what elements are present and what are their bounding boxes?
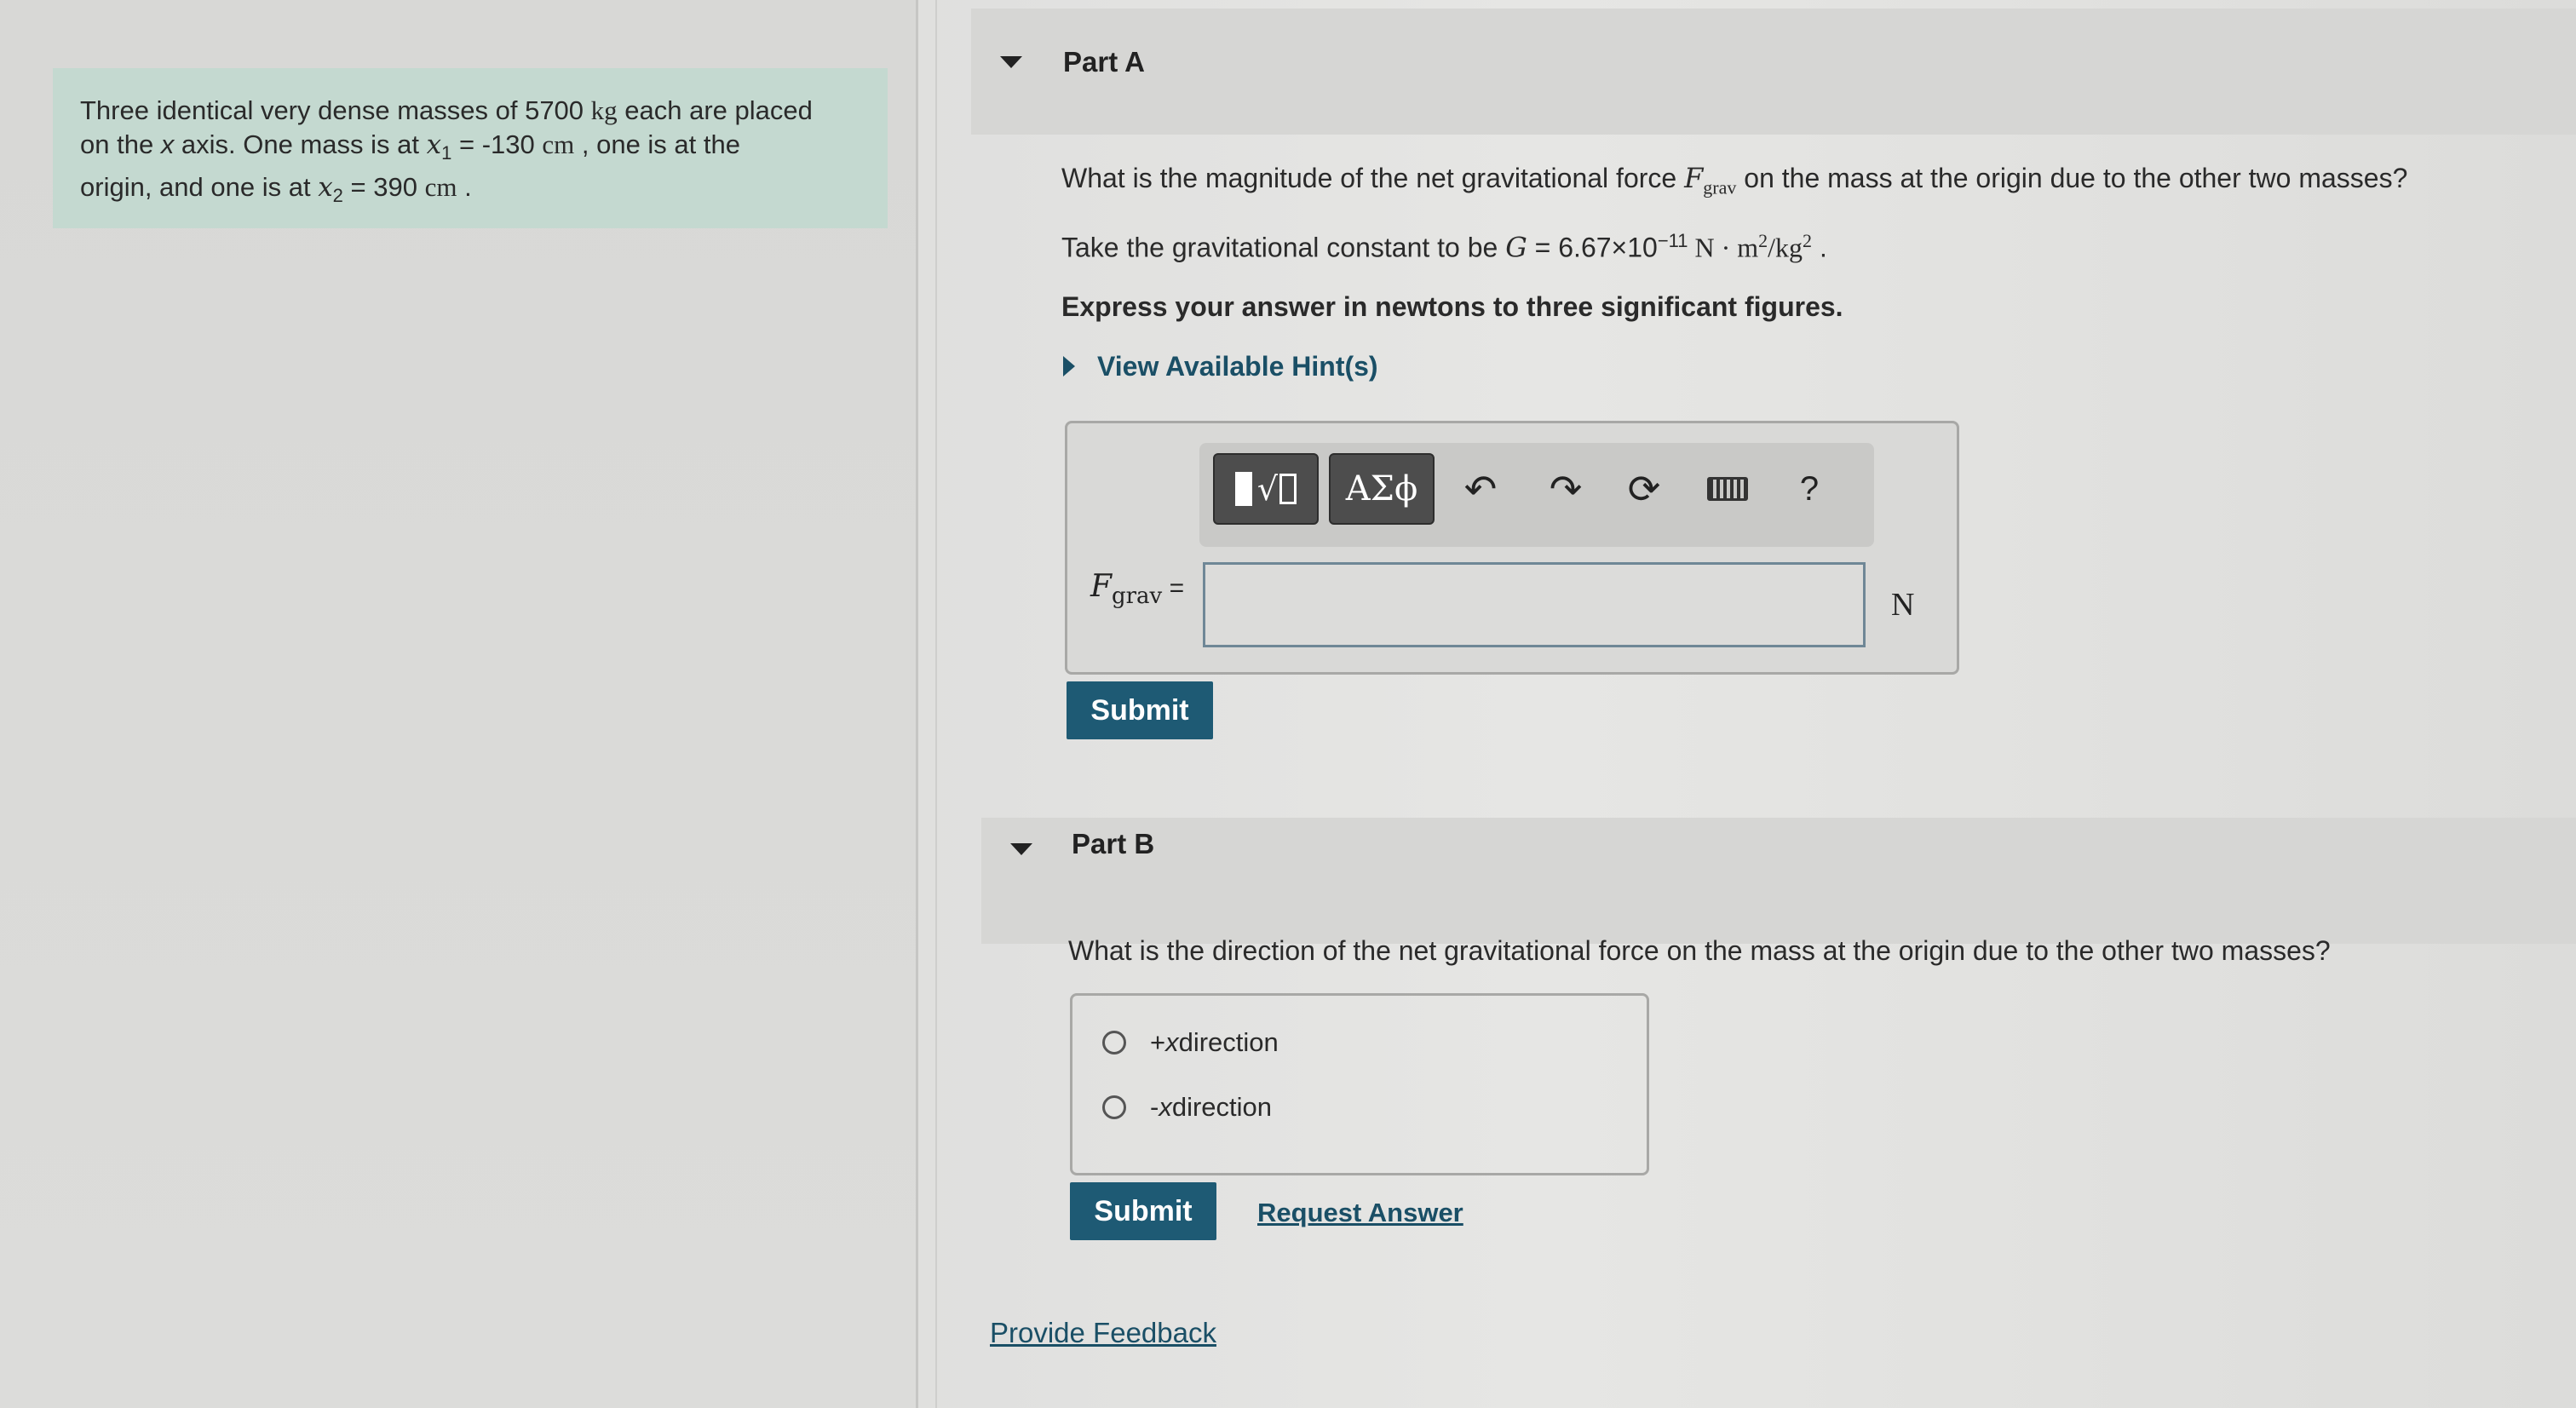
part-a-question: What is the magnitude of the net gravita… xyxy=(1061,162,2407,198)
variable-f: F xyxy=(1090,569,1112,604)
choice-prefix: + xyxy=(1150,1027,1166,1057)
subscript: 2 xyxy=(332,185,343,207)
choice-panel xyxy=(1070,993,1649,1175)
choice-variable: x xyxy=(1165,1027,1179,1057)
hint-expand-icon[interactable] xyxy=(1063,356,1075,376)
part-b-submit-button[interactable]: Submit xyxy=(1070,1182,1216,1240)
choice-minus-x[interactable]: -x direction xyxy=(1102,1092,1272,1123)
problem-text: origin, and one is at xyxy=(80,172,319,203)
answer-label: Fgrav = xyxy=(1090,569,1184,609)
unit-kg: kg xyxy=(590,95,618,125)
problem-text: Three identical very dense masses of 570… xyxy=(80,95,591,125)
subscript: 1 xyxy=(441,142,452,164)
problem-line-1: Three identical very dense masses of 570… xyxy=(80,94,860,128)
choice-label: direction xyxy=(1171,1092,1273,1122)
part-a-submit-button[interactable]: Submit xyxy=(1067,681,1213,739)
part-b-question: What is the direction of the net gravita… xyxy=(1068,935,2331,966)
part-b-title: Part B xyxy=(1072,828,1155,859)
answer-input[interactable] xyxy=(1203,562,1866,647)
provide-feedback-link[interactable]: Provide Feedback xyxy=(990,1317,1216,1349)
templates-button[interactable]: √ xyxy=(1213,453,1319,525)
radio-button[interactable] xyxy=(1102,1031,1126,1055)
problem-text: , one is at the xyxy=(574,129,740,159)
subscript-grav: grav xyxy=(1111,583,1163,610)
variable-x1: x xyxy=(426,129,442,160)
variable-g: G xyxy=(1505,231,1527,264)
redo-icon[interactable]: ↷ xyxy=(1540,463,1591,514)
problem-text: on the xyxy=(80,129,161,159)
part-a-header[interactable]: Part A xyxy=(971,9,2576,135)
constant-value: = 6.67×10 xyxy=(1527,232,1658,263)
problem-line-2: on the x axis. One mass is at x1 = -130 … xyxy=(80,128,860,170)
answer-unit: N xyxy=(1891,587,1915,623)
unit-exponent: 2 xyxy=(1758,230,1768,251)
keyboard-icon[interactable] xyxy=(1702,463,1753,514)
constant-text: Take the gravitational constant to be xyxy=(1061,232,1506,263)
part-b-header[interactable]: Part B xyxy=(981,818,2576,944)
radio-button[interactable] xyxy=(1102,1095,1126,1119)
question-text: on the mass at the origin due to the oth… xyxy=(1736,163,2408,193)
column-divider xyxy=(916,0,918,1408)
problem-text: axis. One mass is at xyxy=(174,129,427,159)
undo-icon[interactable]: ↶ xyxy=(1455,463,1506,514)
choice-label: direction xyxy=(1178,1027,1279,1057)
subscript-grav: grav xyxy=(1703,176,1737,198)
gravitational-constant-text: Take the gravitational constant to be G … xyxy=(1061,230,1827,264)
variable-x2: x xyxy=(318,172,333,204)
constant-exponent: −11 xyxy=(1657,230,1688,251)
variable-f: F xyxy=(1684,162,1704,194)
collapse-caret-icon[interactable] xyxy=(1000,56,1022,68)
problem-text: each are placed xyxy=(617,95,813,125)
constant-unit: N · m xyxy=(1688,232,1759,263)
question-text: What is the magnitude of the net gravita… xyxy=(1061,163,1685,193)
request-answer-link[interactable]: Request Answer xyxy=(1257,1198,1463,1228)
variable-x: x xyxy=(160,129,175,159)
math-toolbar: √ ΑΣϕ ↶ ↷ ⟳ ? xyxy=(1199,443,1874,547)
unit-cm: cm xyxy=(542,129,575,159)
symbols-button[interactable]: ΑΣϕ xyxy=(1329,453,1435,525)
view-hints-link[interactable]: View Available Hint(s) xyxy=(1097,351,1378,382)
unit-exponent: 2 xyxy=(1803,230,1813,251)
answer-instruction: Express your answer in newtons to three … xyxy=(1061,291,1843,322)
problem-text: . xyxy=(457,172,472,203)
collapse-caret-icon[interactable] xyxy=(1010,843,1032,855)
choice-prefix: - xyxy=(1150,1092,1159,1122)
equals-sign: = xyxy=(1162,574,1185,602)
unit-cm: cm xyxy=(424,172,457,203)
value-x1: = -130 xyxy=(451,129,543,159)
problem-statement: Three identical very dense masses of 570… xyxy=(53,68,888,228)
column-divider-secondary xyxy=(935,0,937,1408)
value-x2: = 390 xyxy=(342,172,425,203)
problem-line-3: origin, and one is at x2 = 390 cm . xyxy=(80,170,860,213)
choice-variable: x xyxy=(1159,1092,1172,1122)
constant-unit: /kg xyxy=(1768,232,1803,263)
help-button[interactable]: ? xyxy=(1784,463,1835,514)
choice-plus-x[interactable]: + x direction xyxy=(1102,1027,1279,1058)
part-a-title: Part A xyxy=(1063,46,1145,78)
constant-text: . xyxy=(1812,232,1827,263)
templates-icon: √ xyxy=(1234,470,1297,508)
reset-icon[interactable]: ⟳ xyxy=(1619,463,1670,514)
